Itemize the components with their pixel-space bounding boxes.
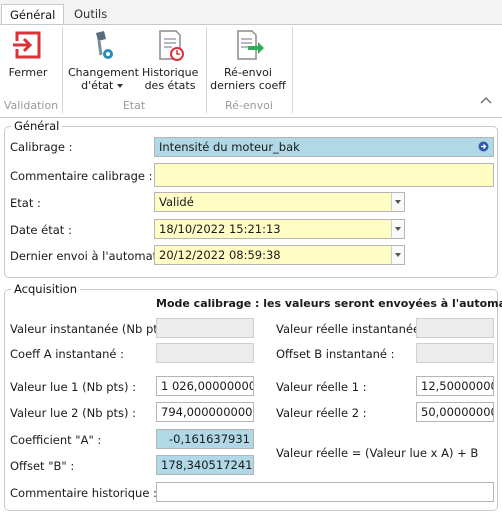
date-etat-label: Date état : [10,223,72,237]
tab-outils[interactable]: Outils [66,4,115,25]
changement-etat-button[interactable]: Changement d'état [68,27,139,92]
chevron-down-icon[interactable] [391,220,404,238]
ribbon-separator [292,27,293,113]
change-state-icon [84,27,120,65]
changement-etat-label: Changement d'état [68,66,139,92]
valeur-reelle-1-input[interactable]: 12,500000000 [416,376,494,396]
collapse-ribbon-icon[interactable] [480,96,492,106]
valeur-instantanee-field [156,318,254,338]
calibrage-field[interactable]: Intensité du moteur_bak [154,137,494,157]
coefficient-a-label: Coefficient "A" : [10,433,102,447]
valeur-instantanee-label: Valeur instantanée (Nb pts) : [10,322,176,336]
chevron-down-icon [116,84,123,88]
chevron-down-icon[interactable] [391,246,404,264]
group-label-validation: Validation [3,99,59,112]
valeur-lue-2-input[interactable]: 794,000000000 [156,402,254,422]
ribbon: Fermer Changement d'état Historique des ét… [0,24,502,118]
fermer-button[interactable]: Fermer [6,27,50,79]
formula-text: Valeur réelle = (Valeur lue x A) + B [276,446,479,460]
ribbon-tab-bar: Général Outils [0,0,502,25]
ribbon-separator [62,27,63,113]
commentaire-calibrage-label: Commentaire calibrage : [10,169,153,183]
group-label-etat: Etat [122,99,146,112]
commentaire-historique-label: Commentaire historique : [10,486,157,500]
offset-b-label: Offset "B" : [10,459,75,473]
dernier-envoi-label: Dernier envoi à l'automate : [10,249,172,263]
arrow-right-circle-icon[interactable] [478,141,489,155]
etat-select[interactable]: Validé [154,192,405,212]
re-envoi-button[interactable]: Ré-envoi derniers coeff [210,27,286,92]
etat-value: Validé [159,195,194,209]
mode-calibrage-text: Mode calibrage : les valeurs seront envo… [156,297,502,310]
dernier-envoi-value: 20/12/2022 08:59:38 [159,248,281,262]
history-icon [152,27,188,65]
historique-etats-button[interactable]: Historique des états [142,27,198,92]
offset-b-instantane-field [416,343,494,363]
valeur-lue-1-input[interactable]: 1 026,000000000 [156,376,254,396]
resend-icon [230,27,266,65]
etat-label: Etat : [10,196,41,210]
commentaire-historique-input[interactable] [156,482,494,502]
fermer-label: Fermer [8,66,48,79]
acquisition-title: Acquisition [11,282,80,296]
calibrage-label: Calibrage : [10,140,73,154]
valeur-reelle-2-label: Valeur réelle 2 : [276,406,367,420]
tab-general[interactable]: Général [1,4,65,25]
ribbon-separator [206,27,207,113]
dernier-envoi-field[interactable]: 20/12/2022 08:59:38 [154,245,405,265]
date-etat-value: 18/10/2022 15:21:13 [159,222,281,236]
coeff-a-instantane-field [156,343,254,363]
coeff-a-instantane-label: Coeff A instantané : [10,347,125,361]
valeur-lue-2-label: Valeur lue 2 (Nb pts) : [10,406,137,420]
valeur-reelle-1-label: Valeur réelle 1 : [276,380,367,394]
date-etat-field[interactable]: 18/10/2022 15:21:13 [154,219,405,239]
calibrage-value: Intensité du moteur_bak [159,140,300,154]
valeur-reelle-instantanee-label: Valeur réelle instantanée : [276,322,428,336]
valeur-lue-1-label: Valeur lue 1 (Nb pts) : [10,380,137,394]
commentaire-calibrage-field[interactable] [154,163,494,187]
offset-b-instantane-label: Offset B instantané : [276,347,395,361]
group-label-re-envoi: Ré-envoi [225,99,273,112]
re-envoi-label: Ré-envoi derniers coeff [210,66,286,92]
general-title: Général [11,119,63,133]
valeur-reelle-2-input[interactable]: 50,000000000 [416,402,494,422]
offset-b-field: 178,340517241 [156,455,254,475]
exit-icon [10,27,46,65]
historique-etats-label: Historique des états [142,66,199,92]
coefficient-a-field: -0,161637931 [156,429,254,449]
chevron-down-icon[interactable] [391,193,404,211]
valeur-reelle-instantanee-field [416,318,494,338]
